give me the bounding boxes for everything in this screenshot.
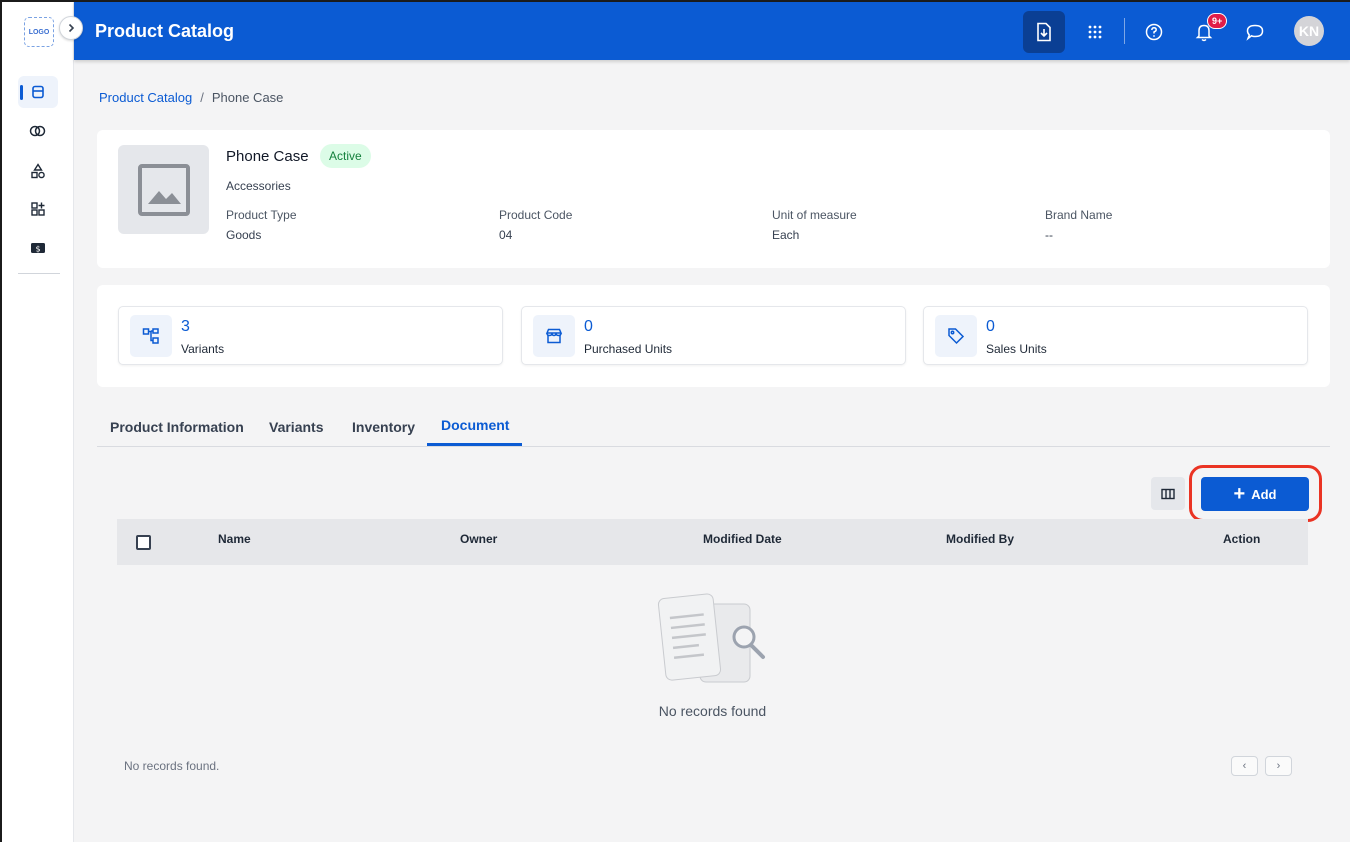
sidebar-item-links[interactable] xyxy=(18,115,58,147)
tab-bar: Product Information Variants Inventory D… xyxy=(97,405,1330,447)
breadcrumb: Product Catalog / Phone Case xyxy=(99,90,283,105)
stat-value: 0 xyxy=(986,318,995,335)
chat-button[interactable] xyxy=(1234,11,1276,53)
field-value: Goods xyxy=(226,228,262,242)
field-value: Each xyxy=(772,228,800,242)
page-title: Product Catalog xyxy=(95,21,235,41)
brand-name-field: Brand Name -- xyxy=(1045,208,1112,242)
sidebar: LOGO $ xyxy=(2,2,74,842)
header-separator xyxy=(1124,18,1125,44)
breadcrumb-separator: / xyxy=(200,90,204,105)
columns-button[interactable] xyxy=(1151,477,1185,510)
column-header-name[interactable]: Name xyxy=(218,532,251,546)
stat-variants[interactable]: 3 Variants xyxy=(118,306,503,365)
hierarchy-icon xyxy=(130,315,172,357)
tab-product-information[interactable]: Product Information xyxy=(110,419,244,435)
product-category: Accessories xyxy=(226,179,291,193)
store-icon xyxy=(533,315,575,357)
logo: LOGO xyxy=(24,17,54,47)
status-badge: Active xyxy=(320,144,371,168)
column-header-modified-date[interactable]: Modified Date xyxy=(703,532,782,546)
sidebar-item-products[interactable] xyxy=(18,76,58,108)
tab-document[interactable]: Document xyxy=(441,417,509,433)
file-download-icon xyxy=(1037,22,1051,42)
notification-badge: 9+ xyxy=(1207,13,1228,29)
expand-sidebar-button[interactable] xyxy=(59,16,83,40)
notifications-button[interactable]: 9+ xyxy=(1183,11,1228,53)
active-tab-indicator xyxy=(427,443,522,446)
image-icon xyxy=(137,163,190,216)
grid-add-icon xyxy=(31,202,45,216)
breadcrumb-root-link[interactable]: Product Catalog xyxy=(99,90,192,105)
stat-value: 0 xyxy=(584,318,593,335)
field-label: Product Code xyxy=(499,208,573,222)
money-icon: $ xyxy=(31,243,45,254)
stat-purchased-units[interactable]: 0 Purchased Units xyxy=(521,306,906,365)
unit-of-measure-field: Unit of measure Each xyxy=(772,208,857,242)
svg-text:$: $ xyxy=(35,245,40,254)
chevron-right-icon: › xyxy=(1276,760,1281,772)
header-bar: Product Catalog 9+ KN xyxy=(74,2,1350,60)
stat-value: 3 xyxy=(181,318,190,335)
product-type-field: Product Type Goods xyxy=(226,208,297,242)
select-all-checkbox[interactable] xyxy=(136,535,151,550)
rings-icon xyxy=(29,125,46,137)
breadcrumb-current: Phone Case xyxy=(211,90,284,105)
product-summary-card: Phone Case Active Accessories Product Ty… xyxy=(97,130,1330,268)
box-icon xyxy=(32,85,44,99)
field-label: Brand Name xyxy=(1045,208,1113,222)
stat-label: Purchased Units xyxy=(584,342,673,356)
apps-button[interactable] xyxy=(1074,11,1116,53)
product-image-placeholder xyxy=(118,145,209,234)
stats-card: 3 Variants 0 Purchased Units 0 Sales Uni… xyxy=(97,285,1330,387)
apps-grid-icon xyxy=(1088,25,1102,39)
sidebar-item-shapes[interactable] xyxy=(18,155,58,187)
stat-label: Sales Units xyxy=(986,342,1047,356)
help-icon xyxy=(1145,23,1163,41)
product-name: Phone Case xyxy=(226,148,309,165)
chat-icon xyxy=(1246,24,1264,41)
sidebar-item-grid[interactable] xyxy=(18,193,58,225)
empty-state-text: No records found xyxy=(658,703,767,719)
sidebar-divider xyxy=(18,273,60,274)
highlight-annotation xyxy=(1189,465,1322,522)
field-label: Product Type xyxy=(226,208,297,222)
pagination-next-button[interactable]: › xyxy=(1265,756,1292,776)
tab-inventory[interactable]: Inventory xyxy=(352,419,415,435)
field-value: -- xyxy=(1045,228,1053,242)
tag-icon xyxy=(935,315,977,357)
table-footer-status: No records found. xyxy=(124,759,220,773)
chevron-right-icon xyxy=(68,23,75,33)
download-button[interactable] xyxy=(1023,11,1065,53)
empty-state: No records found xyxy=(640,590,785,730)
help-button[interactable] xyxy=(1133,11,1175,53)
field-value: 04 xyxy=(499,228,513,242)
sidebar-item-billing[interactable]: $ xyxy=(18,232,58,264)
no-documents-illustration xyxy=(657,593,765,683)
stat-label: Variants xyxy=(181,342,225,356)
shapes-icon xyxy=(31,163,45,179)
product-code-field: Product Code 04 xyxy=(499,208,572,242)
column-header-action: Action xyxy=(1223,532,1261,546)
stat-sales-units[interactable]: 0 Sales Units xyxy=(923,306,1308,365)
tab-variants[interactable]: Variants xyxy=(269,419,323,435)
table-header: Name Owner Modified Date Modified By Act… xyxy=(117,519,1308,565)
column-header-modified-by[interactable]: Modified By xyxy=(946,532,1014,546)
columns-icon xyxy=(1161,488,1175,499)
user-avatar[interactable]: KN xyxy=(1294,16,1324,46)
column-header-owner[interactable]: Owner xyxy=(460,532,497,546)
pagination-prev-button[interactable]: ‹ xyxy=(1231,756,1258,776)
chevron-left-icon: ‹ xyxy=(1242,760,1247,772)
field-label: Unit of measure xyxy=(772,208,857,222)
